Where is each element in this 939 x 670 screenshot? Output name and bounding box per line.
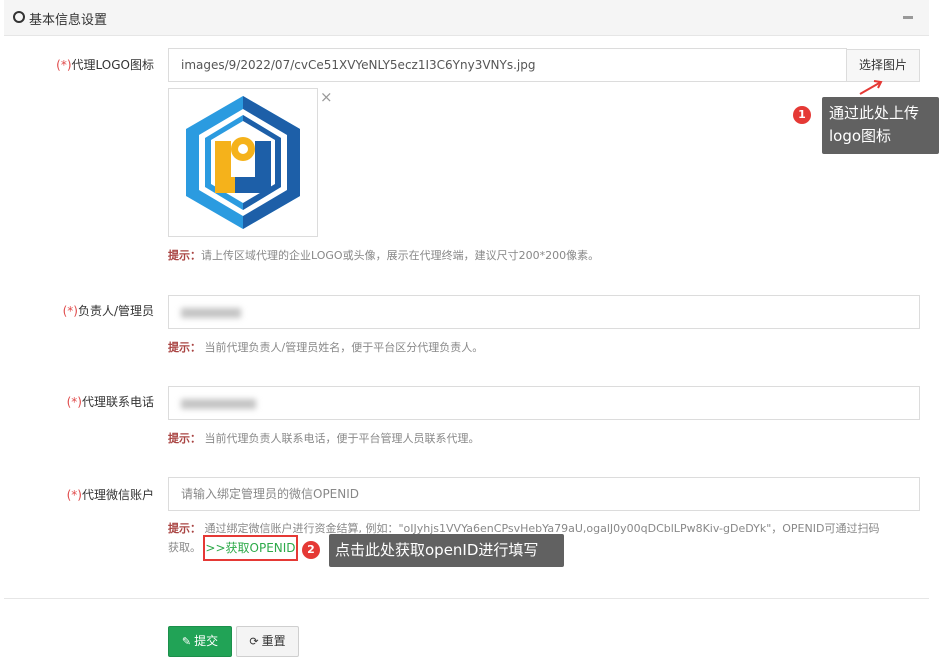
logo-path-input[interactable]: images/9/2022/07/cvCe51XVYeNLY5ecz1I3C6Y… bbox=[168, 48, 847, 82]
phone-label-text: 代理联系电话 bbox=[81, 395, 154, 409]
circle-icon bbox=[13, 11, 25, 23]
submit-label: 提交 bbox=[194, 634, 219, 648]
wechat-label: (*)代理微信账户 bbox=[4, 486, 154, 503]
wechat-hint-line-2: 获取。 bbox=[168, 541, 201, 554]
refresh-icon: ⟳ bbox=[249, 635, 259, 648]
manager-hint: 提示： 当前代理负责人/管理员姓名，便于平台区分代理负责人。 bbox=[168, 339, 483, 356]
required-mark: (*) bbox=[66, 488, 82, 502]
hint-text: 请上传区域代理的企业LOGO或头像，展示在代理终端，建议尺寸200*200像素。 bbox=[201, 249, 600, 262]
reset-label: 重置 bbox=[261, 634, 286, 648]
pointer-arrow-icon bbox=[859, 80, 883, 95]
manager-name-input[interactable] bbox=[168, 295, 920, 329]
phone-input[interactable] bbox=[168, 386, 920, 420]
logo-label-text: 代理LOGO图标 bbox=[71, 58, 154, 72]
submit-button[interactable]: ✎ 提交 bbox=[168, 626, 232, 657]
hint-text: 当前代理负责人/管理员姓名，便于平台区分代理负责人。 bbox=[201, 341, 484, 354]
phone-hint: 提示： 当前代理负责人联系电话，便于平台管理人员联系代理。 bbox=[168, 430, 480, 447]
panel-header: 基本信息设置 bbox=[4, 0, 929, 36]
logo-hint: 提示：请上传区域代理的企业LOGO或头像，展示在代理终端，建议尺寸200*200… bbox=[168, 247, 599, 264]
panel-title: 基本信息设置 bbox=[29, 13, 108, 28]
required-mark: (*) bbox=[62, 304, 78, 318]
get-openid-link[interactable]: >>获取OPENID bbox=[203, 535, 298, 561]
hint-key: 提示： bbox=[168, 432, 201, 445]
required-mark: (*) bbox=[56, 58, 72, 72]
openid-input[interactable]: 请输入绑定管理员的微信OPENID bbox=[168, 477, 920, 511]
pencil-icon: ✎ bbox=[181, 635, 192, 648]
reset-button[interactable]: ⟳ 重置 bbox=[236, 626, 299, 657]
logo-preview bbox=[168, 88, 318, 237]
remove-icon[interactable]: × bbox=[320, 89, 333, 105]
manager-label: (*)负责人/管理员 bbox=[4, 302, 154, 319]
redacted-value bbox=[181, 307, 241, 318]
annotation-callout-2: 点击此处获取openID进行填写 bbox=[329, 534, 564, 567]
hint-text: 当前代理负责人联系电话，便于平台管理人员联系代理。 bbox=[201, 432, 480, 445]
callout-1-line-2: logo图标 bbox=[829, 127, 892, 145]
annotation-callout-1: 通过此处上传 logo图标 bbox=[822, 97, 939, 154]
manager-label-text: 负责人/管理员 bbox=[77, 304, 154, 318]
collapse-icon[interactable] bbox=[903, 16, 913, 19]
callout-1-line-1: 通过此处上传 bbox=[829, 104, 920, 122]
form-divider bbox=[4, 598, 929, 599]
annotation-badge-1: 1 bbox=[793, 106, 811, 124]
annotation-badge-2: 2 bbox=[302, 541, 320, 559]
logo-image bbox=[186, 96, 300, 229]
redacted-value bbox=[181, 398, 256, 409]
phone-label: (*)代理联系电话 bbox=[4, 393, 154, 410]
hint-key: 提示： bbox=[168, 522, 201, 535]
hint-key: 提示： bbox=[168, 249, 201, 262]
wechat-label-text: 代理微信账户 bbox=[81, 488, 154, 502]
required-mark: (*) bbox=[66, 395, 82, 409]
logo-label: (*)代理LOGO图标 bbox=[4, 56, 154, 73]
hint-key: 提示： bbox=[168, 341, 201, 354]
